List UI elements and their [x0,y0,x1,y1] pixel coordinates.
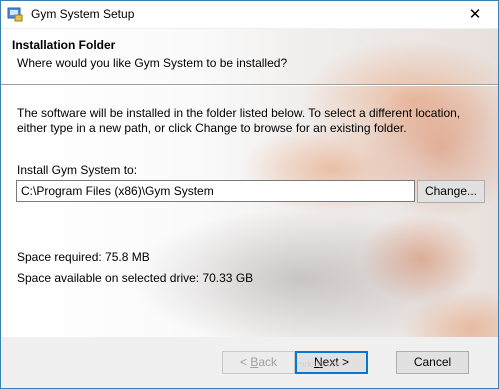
window-title: Gym System Setup [31,7,135,21]
back-prefix: < [239,355,251,369]
page-subtitle: Where would you like Gym System to be in… [17,56,288,70]
back-label-rest: ack [258,355,278,369]
space-required-text: Space required: 75.8 MB [17,250,150,264]
back-button[interactable]: < Back [222,351,295,374]
space-available-text: Space available on selected drive: 70.33… [17,271,254,285]
install-path-label: Install Gym System to: [17,163,138,177]
header-divider-highlight [1,85,498,86]
title-bar[interactable]: Gym System Setup ✕ [1,1,498,28]
instructions-text: The software will be installed in the fo… [17,106,461,135]
watermark-text: mrkiup.com [297,359,344,369]
close-button[interactable]: ✕ [452,1,498,28]
page-title: Installation Folder [12,38,116,52]
installer-icon [7,7,23,22]
change-button[interactable]: Change... [417,180,485,203]
button-bar: < Back Next > Cancel mrkiup.com [1,337,498,388]
setup-window: Gym System Setup ✕ Installation Folder W… [0,0,499,389]
close-icon: ✕ [468,6,482,23]
wizard-content: Installation Folder Where would you like… [1,29,498,337]
install-path-input[interactable] [16,180,415,202]
cancel-button[interactable]: Cancel [396,351,469,374]
